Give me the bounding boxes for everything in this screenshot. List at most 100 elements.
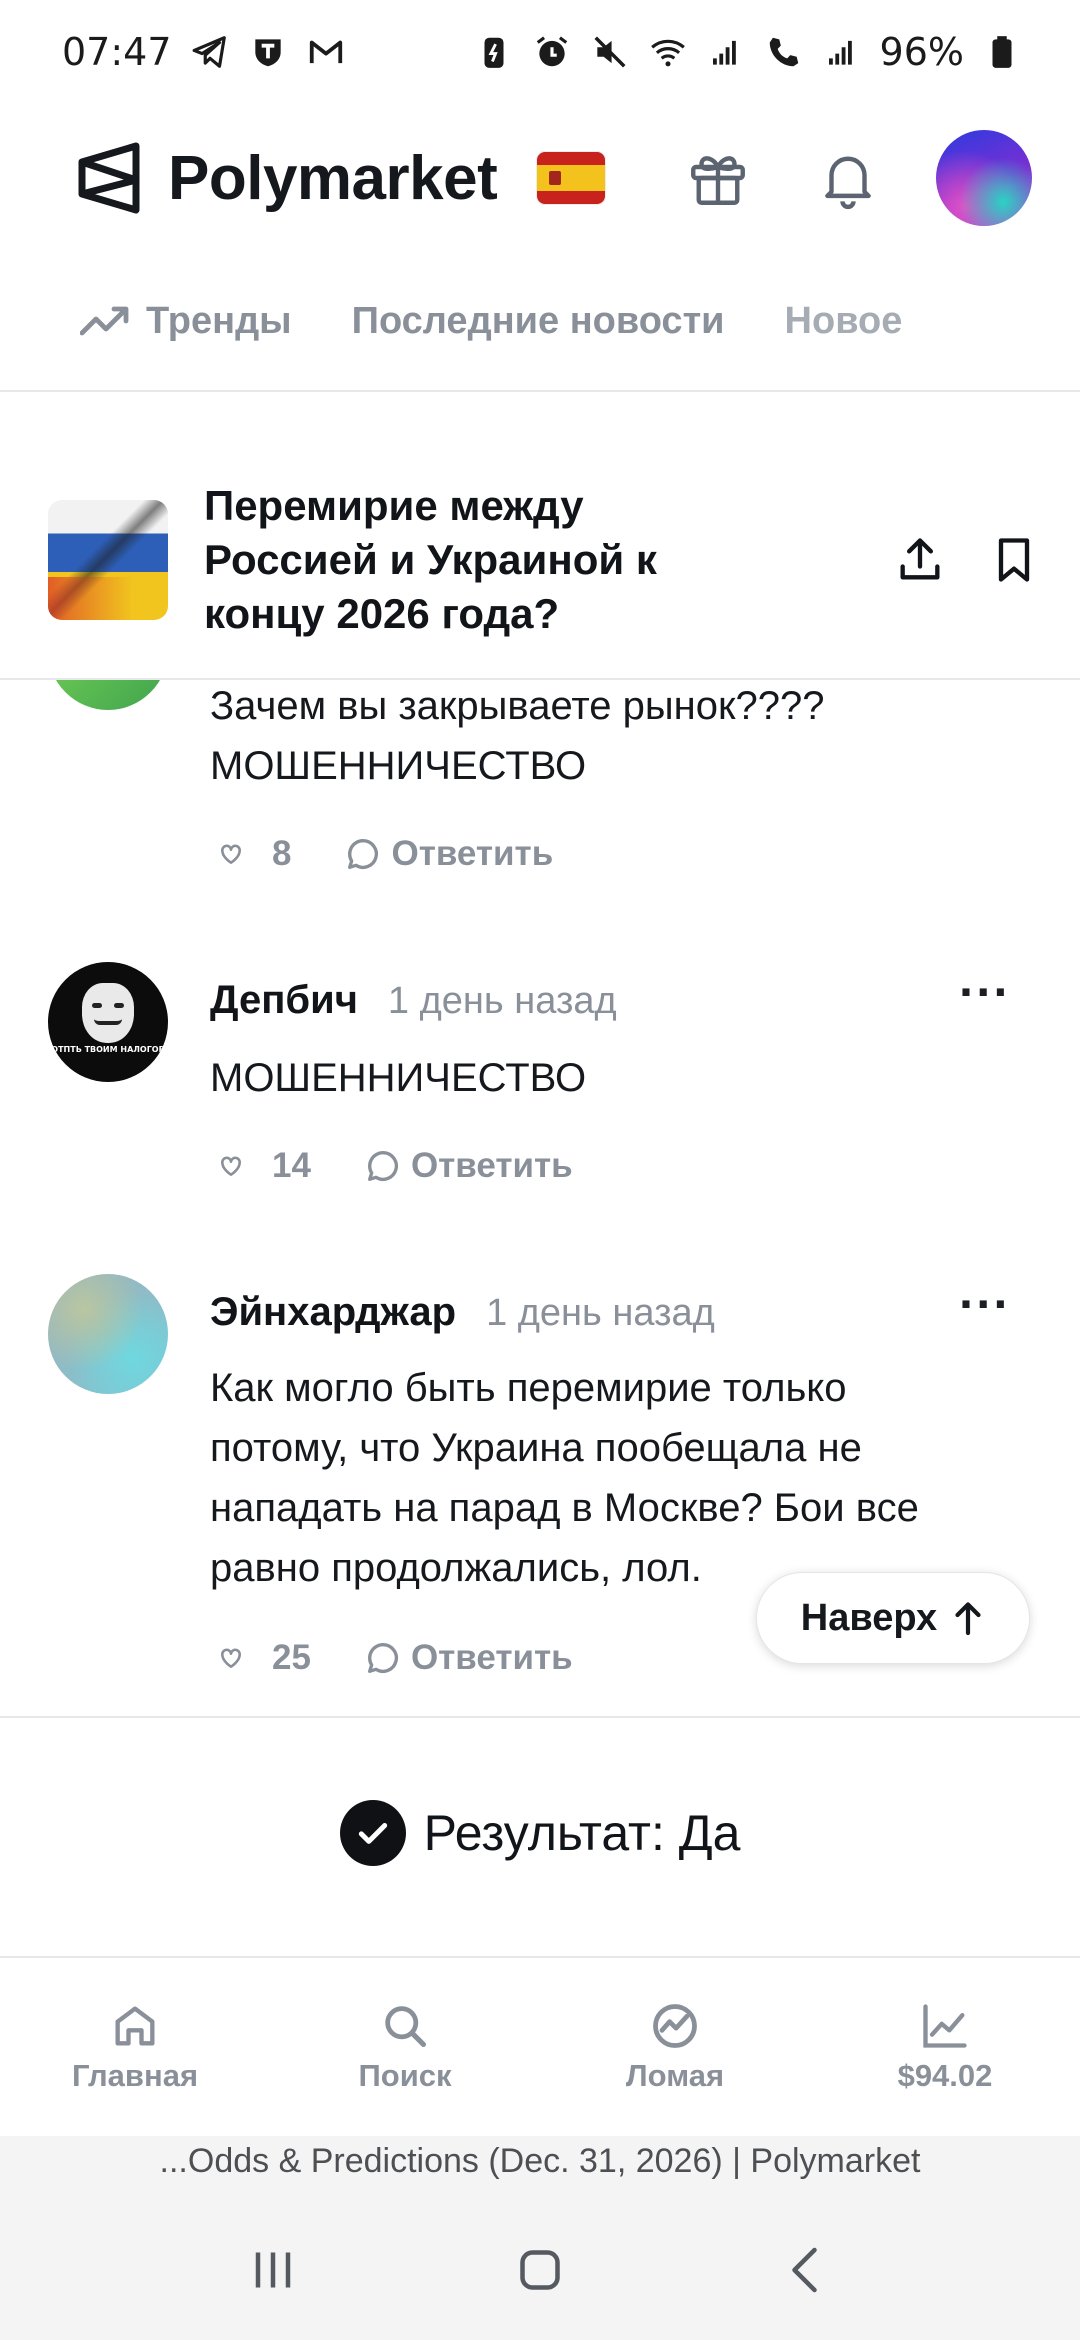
- heart-icon: [221, 844, 241, 864]
- telegram-icon: [190, 32, 230, 72]
- browser-page-title[interactable]: ...Odds & Predictions (Dec. 31, 2026) | …: [0, 2142, 1080, 2181]
- reply-button[interactable]: Ответить: [363, 1146, 573, 1186]
- like-button[interactable]: 8: [218, 834, 291, 874]
- header-actions: [676, 130, 1032, 226]
- nav-portfolio-label: $94.02: [897, 2058, 993, 2093]
- profile-avatar[interactable]: [936, 130, 1032, 226]
- comment-text: Зачем вы закрываете рынок???? МОШЕННИЧЕС…: [210, 676, 1030, 796]
- reply-bubble-icon: [348, 839, 379, 869]
- comment-avatar[interactable]: [48, 1274, 168, 1394]
- heart-icon: [221, 1156, 241, 1176]
- nav-search-label: Поиск: [358, 2058, 452, 2093]
- status-time: 07:47: [62, 30, 172, 74]
- nav-breaking[interactable]: Ломая: [540, 1958, 810, 2136]
- comment-text-line: потому, что Украина пообещала не: [210, 1426, 862, 1470]
- comment-text-line: МОШЕННИЧЕСТВО: [210, 744, 587, 788]
- gmail-icon: [306, 32, 346, 72]
- like-count: 8: [272, 834, 292, 873]
- bell-icon[interactable]: [806, 136, 890, 220]
- tab-new[interactable]: Новое: [785, 300, 903, 343]
- like-button[interactable]: 14: [218, 1146, 311, 1186]
- comment-author[interactable]: Депбич: [210, 978, 358, 1023]
- comment-time: 1 день назад: [486, 1292, 715, 1334]
- home-button-icon[interactable]: [510, 2240, 570, 2300]
- shield-app-icon: [248, 32, 288, 72]
- nav-home-label: Главная: [71, 2058, 199, 2093]
- comment-text: Как могло быть перемирие только потому, …: [210, 1358, 1030, 1598]
- market-image: [48, 500, 168, 620]
- reply-label: Ответить: [410, 1638, 573, 1677]
- reply-bubble-icon: [367, 1643, 398, 1673]
- result-label: Результат: Да: [423, 1805, 741, 1861]
- comment-text-line: Как могло быть перемирие только: [210, 1366, 847, 1410]
- comment-actions: 25 Ответить: [218, 1638, 573, 1678]
- comment-text-line: Зачем вы закрываете рынок????: [210, 684, 825, 728]
- comment-text: МОШЕННИЧЕСТВО: [210, 1048, 1030, 1108]
- reply-label: Ответить: [391, 834, 554, 873]
- system-navigation: [0, 2230, 1080, 2310]
- tab-trending-label: Тренды: [146, 299, 292, 342]
- tab-new-label: Новое: [784, 299, 903, 342]
- back-to-top-button[interactable]: Наверх: [756, 1572, 1030, 1664]
- market-actions: [894, 534, 1040, 586]
- home-icon: [115, 2006, 155, 2046]
- divider: [0, 390, 1080, 392]
- battery-percent: 96%: [879, 30, 964, 74]
- battery-saver-icon: [474, 32, 514, 72]
- portfolio-chart-icon: [923, 2004, 967, 2048]
- signal-icon: [706, 32, 746, 72]
- wifi-call-icon: [764, 32, 804, 72]
- status-bar: 07:47 96%: [0, 0, 1080, 104]
- market-header: Перемирие между Россией и Украиной к кон…: [0, 440, 1080, 680]
- status-left: 07:47: [62, 30, 346, 74]
- gift-icon[interactable]: [676, 136, 760, 220]
- reply-label: Ответить: [410, 1146, 573, 1185]
- comment-actions: 8 Ответить: [218, 834, 553, 874]
- check-circle-icon: [339, 1800, 406, 1866]
- comment-text-line: нападать на парад в Москве? Бои все: [210, 1486, 919, 1530]
- alarm-icon: [532, 32, 572, 72]
- breaking-icon: [653, 2004, 697, 2048]
- spain-flag-icon[interactable]: [537, 152, 606, 204]
- avatar-mask-image: [82, 982, 134, 1043]
- comment-time: 1 день назад: [387, 980, 617, 1022]
- search-icon: [385, 2006, 427, 2048]
- battery-icon: [982, 32, 1022, 72]
- polymarket-logo[interactable]: Polymarket: [76, 140, 498, 216]
- polymarket-logo-icon: [78, 142, 140, 214]
- back-icon[interactable]: [777, 2240, 837, 2300]
- share-icon[interactable]: [894, 534, 946, 586]
- reply-bubble-icon: [367, 1151, 398, 1181]
- comment-header: Эйнхарджар 1 день назад: [210, 1290, 715, 1335]
- nav-portfolio[interactable]: $94.02: [810, 1958, 1080, 2136]
- bottom-navigation: Главная Поиск Ломая $94.02: [0, 1958, 1080, 2136]
- like-count: 14: [272, 1146, 311, 1185]
- signal-2-icon: [822, 32, 862, 72]
- wifi-icon: [648, 32, 688, 72]
- more-options-icon[interactable]: ···: [958, 1282, 1010, 1328]
- trending-icon: [80, 306, 129, 336]
- recent-apps-icon[interactable]: [243, 2240, 303, 2300]
- comment-avatar[interactable]: ОТПТЬ ТВОИМ НАЛОГОВ: [48, 962, 168, 1082]
- bookmark-icon[interactable]: [988, 534, 1040, 586]
- comment-text-line: МОШЕННИЧЕСТВО: [210, 1056, 587, 1100]
- reply-button[interactable]: Ответить: [363, 1638, 573, 1678]
- nav-search[interactable]: Поиск: [270, 1958, 540, 2136]
- status-right: 96%: [474, 30, 1022, 74]
- avatar-caption: ОТПТЬ ТВОИМ НАЛОГОВ: [51, 1044, 165, 1054]
- market-title: Перемирие между Россией и Украиной к кон…: [204, 482, 657, 637]
- tab-trending[interactable]: Тренды: [80, 300, 292, 343]
- logo-text: Polymarket: [168, 143, 498, 213]
- nav-home[interactable]: Главная: [0, 1958, 270, 2136]
- comment-header: Депбич 1 день назад: [210, 978, 617, 1023]
- more-options-icon[interactable]: ···: [958, 970, 1010, 1016]
- divider: [0, 1716, 1080, 1718]
- comment-author[interactable]: Эйнхарджар: [210, 1290, 456, 1335]
- arrow-up-icon: [955, 1602, 981, 1636]
- tab-breaking-news[interactable]: Последние новости: [352, 300, 725, 343]
- reply-button[interactable]: Ответить: [343, 834, 553, 874]
- like-button[interactable]: 25: [218, 1638, 311, 1678]
- nav-breaking-label: Ломая: [625, 2058, 725, 2093]
- mute-icon: [590, 32, 630, 72]
- tab-breaking-news-label: Последние новости: [351, 299, 725, 342]
